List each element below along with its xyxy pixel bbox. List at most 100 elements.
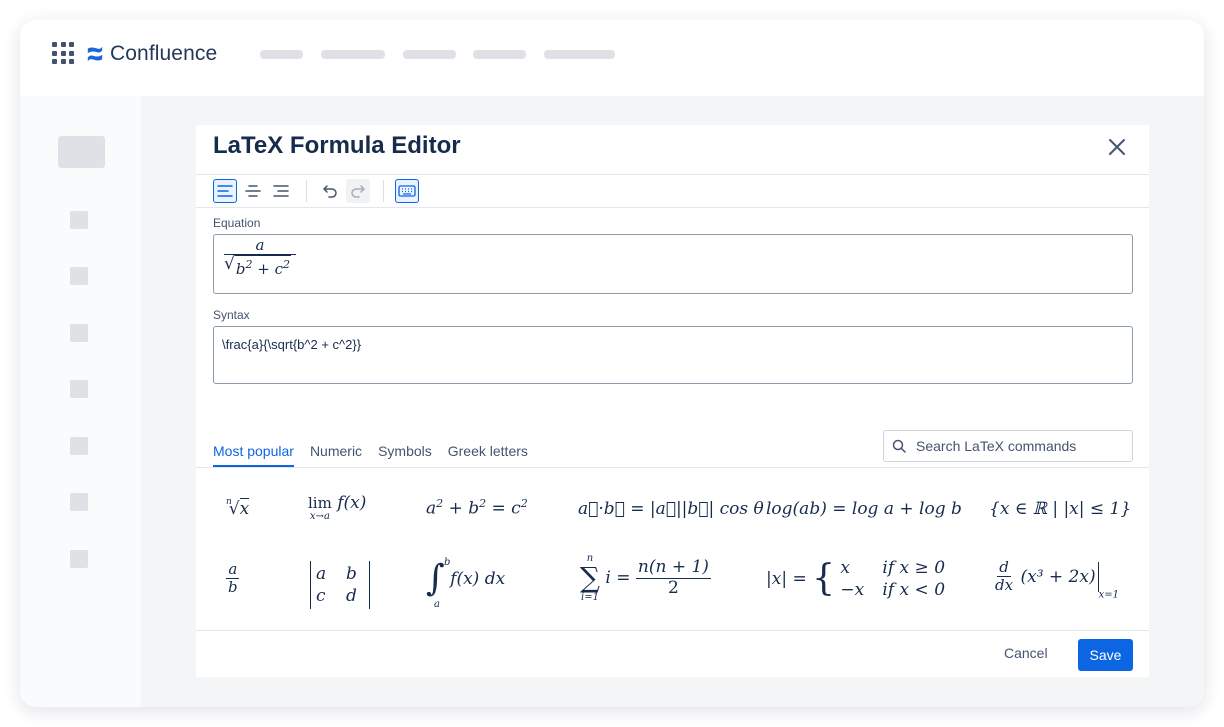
formula-dot-product[interactable]: a⃗·b⃗ = |a⃗||b⃗| cos θ: [578, 499, 764, 519]
search-input[interactable]: [916, 438, 1116, 454]
limit-expression: f(x): [337, 493, 367, 513]
syntax-input[interactable]: \frac{a}{\sqrt{b^2 + c^2}}: [213, 326, 1133, 384]
equation-exponent: 2: [245, 258, 253, 271]
latex-editor-dialog: LaTeX Formula Editor Equation a √ b2 + c…: [196, 125, 1149, 677]
sidebar-header-placeholder: [58, 136, 105, 168]
derivative-denominator: dx: [995, 576, 1014, 595]
matrix-cell: a: [316, 564, 327, 584]
equation-label: Equation: [213, 216, 261, 230]
top-navigation: Confluence: [20, 20, 1204, 96]
formula-sum[interactable]: n ∑ i=1 i = n(n + 1) 2: [580, 553, 711, 603]
fraction-denominator: b: [228, 578, 238, 597]
sidebar-item[interactable]: [70, 267, 88, 285]
matrix-cell: b: [346, 564, 357, 584]
undo-icon[interactable]: [318, 179, 342, 203]
align-center-icon[interactable]: [241, 179, 265, 203]
cancel-button[interactable]: Cancel: [1004, 645, 1048, 661]
sqrt-symbol: √: [224, 254, 235, 274]
equation-preview[interactable]: a √ b2 + c2: [213, 234, 1133, 294]
redo-icon[interactable]: [346, 179, 370, 203]
radicand: x: [239, 498, 250, 519]
nav-placeholder[interactable]: [321, 50, 385, 59]
matrix-cell: d: [346, 586, 357, 606]
formula-fraction[interactable]: ab: [226, 560, 240, 597]
derivative-expression: (x³ + 2x): [1020, 566, 1096, 587]
latex-search[interactable]: [883, 430, 1133, 462]
toolbar-separator: [383, 180, 384, 202]
limit-subscript: x→a: [309, 511, 330, 522]
search-icon: [892, 439, 906, 453]
piecewise-lhs: |x| =: [766, 569, 807, 589]
sidebar-item[interactable]: [70, 380, 88, 398]
divider: [196, 174, 1149, 175]
save-button[interactable]: Save: [1078, 639, 1133, 671]
fraction-numerator: a: [226, 560, 240, 580]
derivative-eval-point: x=1: [1098, 589, 1119, 601]
nav-placeholder[interactable]: [544, 50, 615, 59]
formula-log-rule[interactable]: log(ab) = log a + log b: [766, 499, 962, 519]
formula-set[interactable]: {x ∈ ℝ | |x| ≤ 1}: [989, 499, 1131, 519]
sum-symbol: ∑: [580, 561, 600, 594]
sidebar-item[interactable]: [70, 324, 88, 342]
app-window: Confluence LaTeX Formula Editor Equation…: [20, 20, 1204, 707]
integral-symbol: ∫: [426, 558, 445, 599]
sum-lower-bound: i=1: [581, 592, 599, 603]
equation-exponent: 2: [283, 258, 290, 271]
syntax-value: \frac{a}{\sqrt{b^2 + c^2}}: [222, 337, 362, 352]
formula-absolute-piecewise[interactable]: |x| = { x if x ≥ 0 −x if x < 0: [766, 557, 945, 601]
equation-term: b: [235, 260, 246, 278]
sidebar-item[interactable]: [70, 437, 88, 455]
integral-upper-bound: b: [444, 557, 451, 568]
keyboard-icon[interactable]: [395, 179, 419, 203]
tab-symbols[interactable]: Symbols: [378, 443, 432, 467]
integral-lower-bound: a: [434, 599, 440, 610]
equation-formula: a √ b2 + c2: [224, 237, 296, 278]
sum-numerator: n(n + 1): [635, 556, 711, 579]
formula-matrix[interactable]: ab cd: [310, 561, 370, 609]
sidebar: [20, 96, 141, 707]
piecewise-condition: if x < 0: [882, 580, 946, 600]
confluence-logo-icon: [87, 46, 103, 62]
close-icon[interactable]: [1105, 135, 1129, 159]
formula-limit[interactable]: lim x→a f(x): [308, 495, 366, 523]
formula-grid: n√x lim x→a f(x) a2 + b2 = c2 a⃗·b⃗ = |a…: [196, 469, 1149, 630]
piecewise-value: x: [840, 558, 851, 578]
app-name: Confluence: [110, 42, 218, 65]
tab-numeric[interactable]: Numeric: [310, 443, 362, 467]
piecewise-brace: {: [812, 558, 836, 599]
integral-expression: f(x) dx: [450, 569, 506, 589]
formula-derivative[interactable]: d dx (x³ + 2x)x=1: [993, 558, 1119, 601]
pythagoras-term: c: [511, 498, 521, 519]
nav-placeholder[interactable]: [403, 50, 456, 59]
sidebar-item[interactable]: [70, 550, 88, 568]
dialog-footer: Cancel Save: [196, 630, 1149, 677]
sum-denominator: 2: [668, 577, 679, 598]
piecewise-value: −x: [840, 580, 865, 600]
equation-operator: +: [257, 260, 270, 278]
app-switcher-icon[interactable]: [52, 42, 74, 64]
nav-placeholder[interactable]: [473, 50, 526, 59]
confluence-logo[interactable]: Confluence: [86, 42, 217, 66]
formula-category-tabs: Most popular Numeric Symbols Greek lette…: [213, 443, 528, 467]
divider: [196, 467, 1149, 468]
dialog-title: LaTeX Formula Editor: [213, 132, 461, 159]
divider: [196, 207, 1149, 208]
sidebar-item[interactable]: [70, 211, 88, 229]
align-left-icon[interactable]: [213, 179, 237, 203]
piecewise-condition: if x ≥ 0: [882, 558, 946, 578]
toolbar-separator: [306, 180, 307, 202]
formula-nth-root[interactable]: n√x: [226, 497, 250, 519]
derivative-numerator: d: [997, 558, 1011, 578]
nav-placeholder[interactable]: [260, 50, 303, 59]
syntax-label: Syntax: [213, 308, 250, 322]
sidebar-item[interactable]: [70, 493, 88, 511]
tab-greek-letters[interactable]: Greek letters: [448, 443, 528, 467]
equation-numerator: a: [255, 236, 265, 254]
matrix-cell: c: [316, 586, 326, 606]
align-right-icon[interactable]: [269, 179, 293, 203]
formula-integral[interactable]: ∫ b a f(x) dx: [426, 557, 506, 610]
tab-most-popular[interactable]: Most popular: [213, 443, 294, 467]
pythagoras-exponent: 2: [520, 497, 528, 510]
limit-operator: lim: [308, 494, 332, 512]
formula-pythagoras[interactable]: a2 + b2 = c2: [426, 497, 528, 519]
